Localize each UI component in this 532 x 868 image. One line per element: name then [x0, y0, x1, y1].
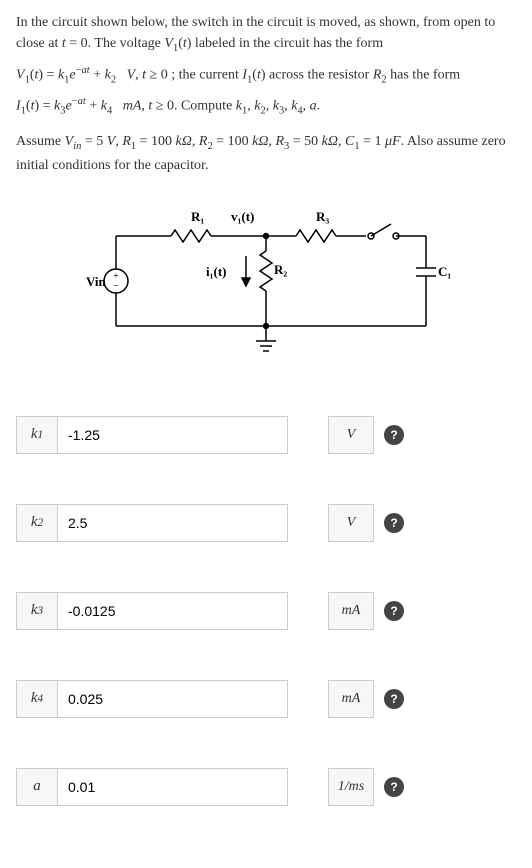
problem-statement: In the circuit shown below, the switch i… — [16, 12, 516, 176]
circuit-diagram: + − R₁ v₁(t) R₃ C₁ R₂ i₁(t) Vin — [76, 196, 456, 376]
answer-row: k4 mA? — [16, 680, 516, 718]
problem-line-2: V1(t) = k1e−at + k2 V, t ≥ 0 ; the curre… — [16, 63, 516, 88]
help-icon[interactable]: ? — [384, 425, 404, 445]
answer-input[interactable] — [58, 504, 288, 542]
label-r1: R₁ — [191, 209, 204, 224]
answer-input[interactable] — [58, 680, 288, 718]
problem-line-4: Assume Vin = 5 V, R1 = 100 kΩ, R2 = 100 … — [16, 131, 516, 176]
problem-line-1: In the circuit shown below, the switch i… — [16, 12, 516, 57]
answer-row: a 1/ms? — [16, 768, 516, 806]
answer-label: k2 — [16, 504, 58, 542]
answer-input[interactable] — [58, 592, 288, 630]
unit-label: V — [328, 416, 374, 454]
help-icon[interactable]: ? — [384, 513, 404, 533]
label-r3: R₃ — [316, 209, 329, 224]
answer-row: k2 V? — [16, 504, 516, 542]
answer-label: a — [16, 768, 58, 806]
unit-label: 1/ms — [328, 768, 374, 806]
label-r2: R₂ — [274, 262, 287, 277]
answer-label: k4 — [16, 680, 58, 718]
help-icon[interactable]: ? — [384, 777, 404, 797]
help-icon[interactable]: ? — [384, 689, 404, 709]
answer-input[interactable] — [58, 768, 288, 806]
label-v1t: v₁(t) — [231, 209, 254, 224]
help-icon[interactable]: ? — [384, 601, 404, 621]
label-vin: Vin — [86, 274, 107, 289]
answer-row: k3 mA? — [16, 592, 516, 630]
unit-label: mA — [328, 680, 374, 718]
svg-text:−: − — [113, 281, 119, 292]
answer-label: k3 — [16, 592, 58, 630]
answer-input[interactable] — [58, 416, 288, 454]
answer-row: k1 V? — [16, 416, 516, 454]
answer-label: k1 — [16, 416, 58, 454]
unit-label: V — [328, 504, 374, 542]
problem-line-3: I1(t) = k3e−at + k4 mA, t ≥ 0. Compute k… — [16, 94, 516, 119]
label-i1t: i₁(t) — [206, 264, 227, 279]
label-c1: C₁ — [438, 264, 451, 279]
unit-label: mA — [328, 592, 374, 630]
